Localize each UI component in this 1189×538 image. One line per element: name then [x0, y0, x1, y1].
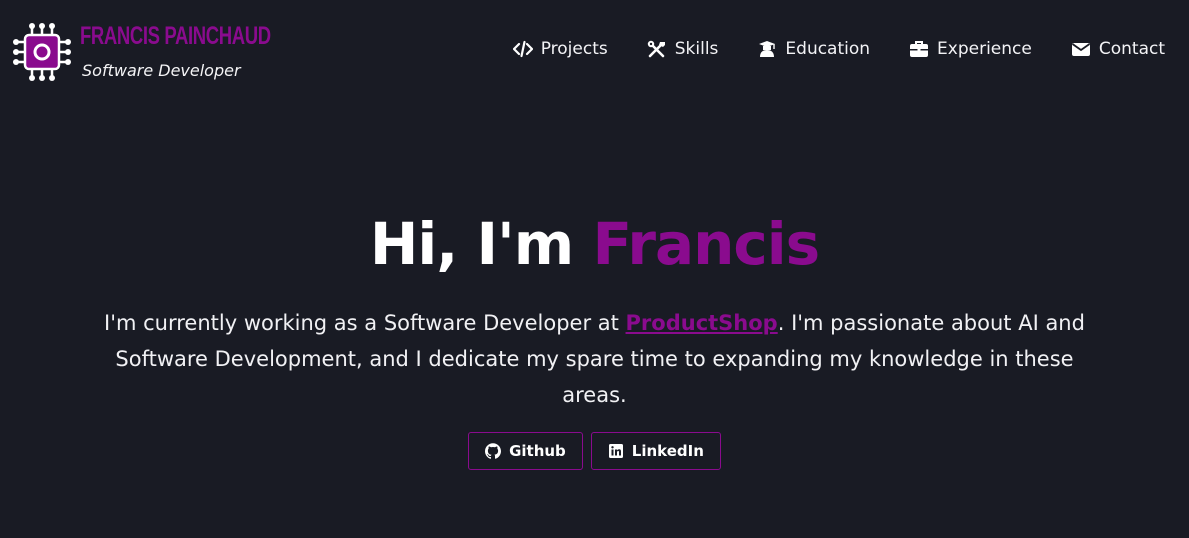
circuit-chip-icon	[12, 22, 72, 82]
brand-name: FRANCIS PAINCHAUD	[80, 22, 271, 50]
brand-logo-link[interactable]: FRANCIS PAINCHAUD Software Developer	[12, 20, 282, 86]
nav-item-experience[interactable]: Experience	[909, 36, 1032, 62]
linkedin-button[interactable]: LinkedIn	[590, 432, 721, 470]
github-icon	[485, 443, 502, 459]
productshop-link[interactable]: ProductShop	[626, 311, 778, 335]
site-header: FRANCIS PAINCHAUD Software Developer Pro…	[0, 0, 1189, 100]
brand-role: Software Developer	[82, 61, 241, 80]
tools-icon	[647, 40, 667, 58]
social-buttons: Github LinkedIn	[0, 432, 1189, 470]
hero-title-name: Francis	[592, 210, 820, 278]
nav-item-projects[interactable]: Projects	[512, 36, 608, 62]
nav-label-education: Education	[785, 39, 871, 59]
linkedin-icon	[608, 443, 624, 459]
nav-item-skills[interactable]: Skills	[647, 36, 719, 62]
nav-item-contact[interactable]: Contact	[1071, 36, 1165, 62]
hero-title: Hi, I'm Francis	[0, 208, 1189, 280]
hero-title-prefix: Hi, I'm	[369, 210, 593, 278]
github-label: Github	[509, 442, 566, 460]
graduate-icon	[757, 40, 777, 58]
briefcase-icon	[909, 40, 929, 58]
main-nav: Projects Skills Education Experience Con…	[512, 36, 1165, 62]
nav-label-projects: Projects	[540, 39, 608, 59]
nav-label-skills: Skills	[674, 39, 719, 59]
github-button[interactable]: Github	[468, 432, 583, 470]
nav-item-education[interactable]: Education	[757, 36, 870, 62]
hero-text-before-link: I'm currently working as a Software Deve…	[104, 311, 626, 335]
linkedin-label: LinkedIn	[631, 442, 704, 460]
nav-label-experience: Experience	[937, 39, 1032, 59]
hero-description: I'm currently working as a Software Deve…	[100, 305, 1089, 413]
envelope-icon	[1071, 40, 1091, 58]
code-icon	[512, 40, 533, 58]
nav-label-contact: Contact	[1098, 39, 1165, 59]
